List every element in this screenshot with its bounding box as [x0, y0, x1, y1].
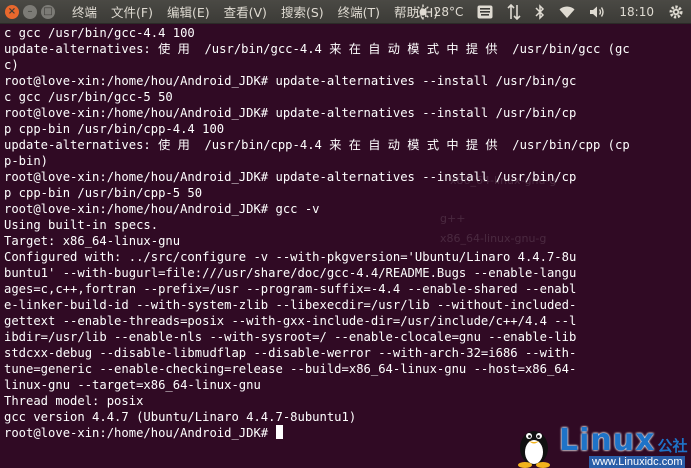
wifi-icon: [559, 6, 575, 18]
terminal-line: update-alternatives: 使 用 /usr/bin/gcc-4.…: [4, 42, 630, 56]
terminal-line: ibdir=/usr/lib --enable-nls --with-sysro…: [4, 330, 577, 344]
menu-bar: 终端 文件(F) 编辑(E) 查看(V) 搜索(S) 终端(T) 帮助(H): [65, 2, 445, 21]
terminal-line: e-linker-build-id --with-system-zlib --l…: [4, 298, 577, 312]
terminal-output[interactable]: c gcc /usr/bin/gcc-4.4 100 update-alterna…: [4, 25, 687, 441]
terminal-line: c): [4, 58, 19, 72]
terminal-line: p cpp-bin /usr/bin/cpp-4.4 100: [4, 122, 225, 136]
terminal-line: stdcxx-debug --disable-libmudflap --disa…: [4, 346, 577, 360]
watermark-brand-cn: 公社: [657, 437, 688, 455]
bluetooth-icon: [535, 4, 545, 20]
terminal-line: linux-gnu --target=x86_64-linux-gnu: [4, 378, 261, 392]
terminal-line: gettext --enable-threads=posix --with-gx…: [4, 314, 577, 328]
terminal-line: update-alternatives: 使 用 /usr/bin/cpp-4.…: [4, 138, 630, 152]
weather-indicator[interactable]: 28°C: [408, 0, 471, 24]
menu-terminal[interactable]: 终端(T): [331, 2, 387, 21]
terminal-line: Thread model: posix: [4, 394, 144, 408]
terminal-line: Using built-in specs.: [4, 218, 159, 232]
clock-text: 18:10: [619, 5, 654, 19]
top-panel: × – □ 终端 文件(F) 编辑(E) 查看(V) 搜索(S) 终端(T) 帮…: [0, 0, 691, 24]
watermark-brand: Linux: [559, 423, 656, 458]
window-controls: × – □: [0, 4, 55, 19]
terminal-line: tune=generic --enable-checking=release -…: [4, 362, 577, 376]
weather-temperature: 28°C: [433, 5, 464, 19]
network-updown-icon: [507, 4, 521, 20]
maximize-button[interactable]: □: [41, 4, 55, 19]
terminal-line: ages=c,c++,fortran --prefix=/usr --progr…: [4, 282, 577, 296]
linuxidc-watermark: Linux 公社 www.Linuxidc.com: [513, 418, 691, 468]
terminal-line: p cpp-bin /usr/bin/cpp-5 50: [4, 186, 203, 200]
minimize-button[interactable]: –: [23, 4, 37, 19]
watermark-text: Linux 公社 www.Linuxidc.com: [559, 426, 687, 468]
terminal-line: c gcc /usr/bin/gcc-5 50: [4, 90, 173, 104]
terminal-line: p-bin): [4, 154, 49, 168]
volume-icon: [590, 6, 605, 18]
menu-app-title: 终端: [72, 5, 98, 20]
close-button[interactable]: ×: [5, 4, 19, 19]
session-indicator[interactable]: [661, 0, 691, 24]
terminal-line: root@love-xin:/home/hou/Android_JDK# gcc…: [4, 202, 320, 216]
menu-search[interactable]: 搜索(S): [274, 2, 331, 21]
wifi-indicator[interactable]: [552, 0, 582, 24]
clock-indicator[interactable]: 18:10: [612, 0, 661, 24]
terminal-line: root@love-xin:/home/hou/Android_JDK# upd…: [4, 170, 577, 184]
menu-view[interactable]: 查看(V): [217, 2, 274, 21]
terminal-line: root@love-xin:/home/hou/Android_JDK# upd…: [4, 74, 577, 88]
volume-indicator[interactable]: [582, 0, 612, 24]
keyboard-indicator[interactable]: [470, 0, 500, 24]
watermark-url: www.Linuxidc.com: [589, 456, 686, 468]
terminal-line: buntu1' --with-bugurl=file:///usr/share/…: [4, 266, 577, 280]
menu-file[interactable]: 文件(F): [104, 2, 160, 21]
indicator-area: 28°C 18:10: [408, 0, 691, 24]
terminal-line: c gcc /usr/bin/gcc-4.4 100: [4, 26, 195, 40]
menu-edit[interactable]: 编辑(E): [160, 2, 217, 21]
terminal-line: root@love-xin:/home/hou/Android_JDK# upd…: [4, 106, 577, 120]
network-indicator[interactable]: [500, 0, 528, 24]
gear-icon: [669, 5, 683, 19]
weather-sun-icon: [415, 4, 431, 20]
keyboard-layout-icon: [477, 5, 493, 19]
terminal-window[interactable]: g++ x86_64-linux-gnu-g x86_64-linux-gnu-…: [0, 24, 691, 468]
terminal-line: Target: x86_64-linux-gnu: [4, 234, 181, 248]
terminal-cursor: [275, 425, 283, 439]
tux-penguin-icon: [518, 431, 550, 468]
terminal-line: Configured with: ../src/configure -v --w…: [4, 250, 577, 264]
bluetooth-indicator[interactable]: [528, 0, 552, 24]
